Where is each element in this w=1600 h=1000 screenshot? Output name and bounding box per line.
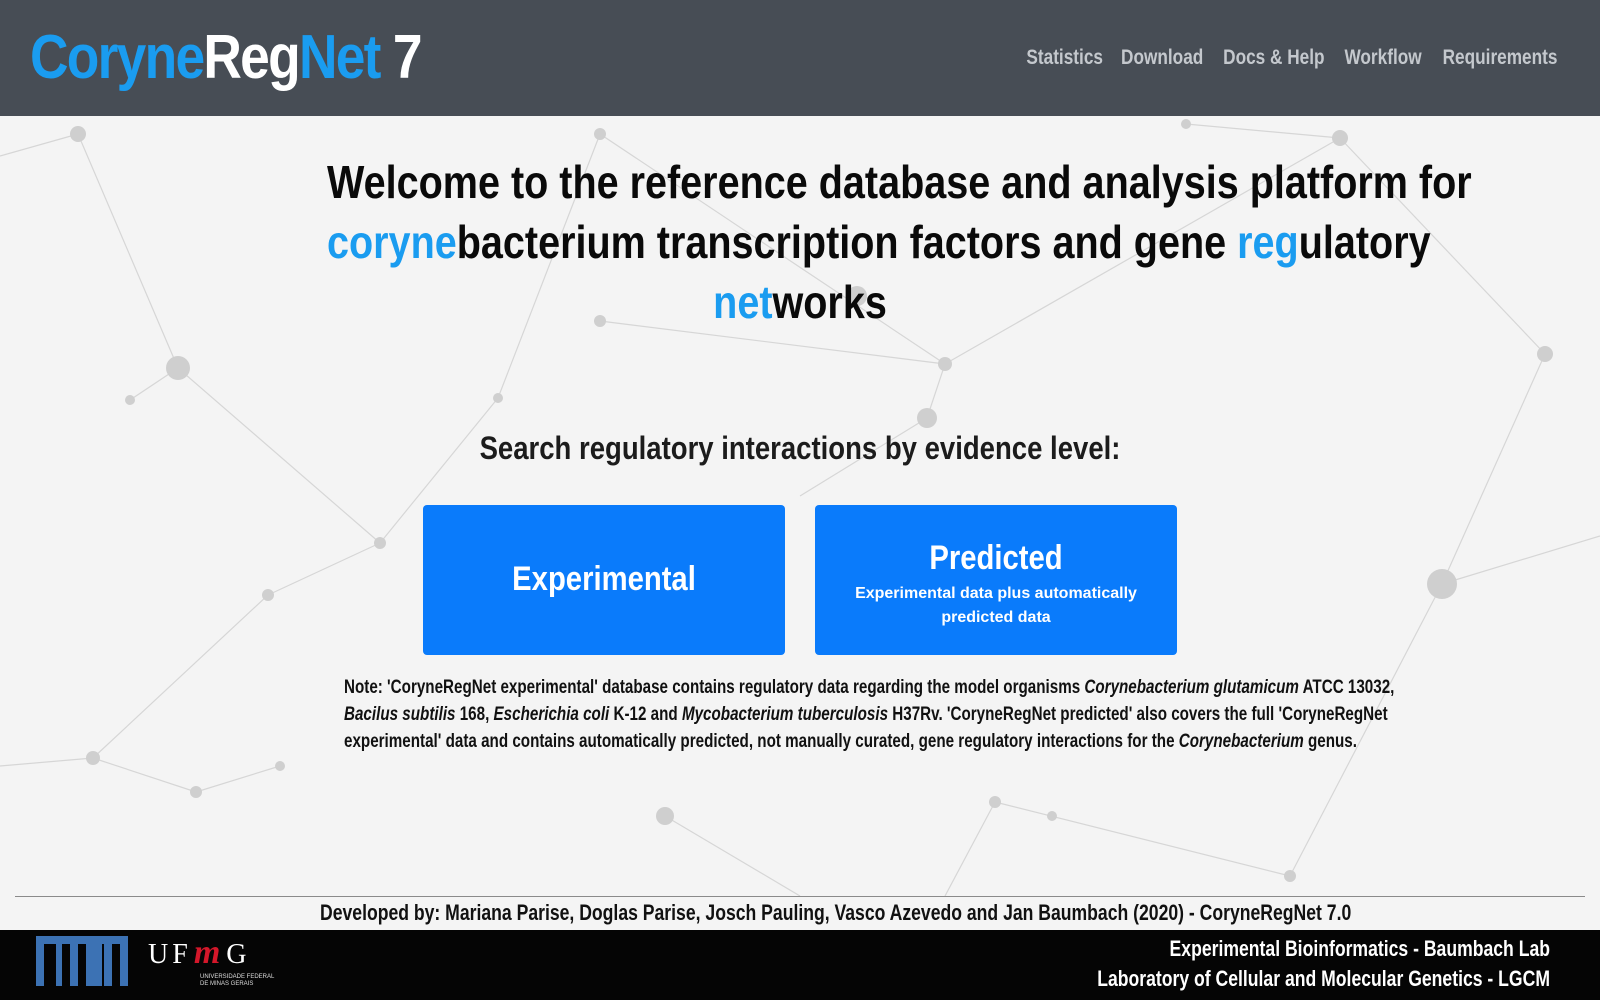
ufmg-letter: U bbox=[148, 939, 173, 970]
main-nav: Statistics Download Docs & Help Workflow… bbox=[1026, 46, 1562, 70]
note-line-2: Bacilus subtilis 168, Escherichia coli K… bbox=[344, 701, 1388, 728]
nav-requirements[interactable]: Requirements bbox=[1443, 46, 1558, 70]
ufmg-letter: F bbox=[172, 939, 192, 970]
logo-part-net: Net bbox=[298, 23, 381, 92]
evidence-level-buttons: Experimental Predicted Experimental data… bbox=[423, 505, 1179, 655]
ufmg-subtitle-line: UNIVERSIDADE FEDERAL bbox=[200, 974, 275, 980]
welcome-text-ulatory: ulatory bbox=[1298, 216, 1431, 268]
note-organism: Bacilus subtilis bbox=[344, 704, 456, 725]
search-heading: Search regulatory interactions by eviden… bbox=[479, 430, 1121, 466]
note-organism: Corynebacterium bbox=[1178, 731, 1304, 752]
note-text: genus. bbox=[1303, 731, 1357, 752]
welcome-text-bacterium: bacterium transcription factors and gene bbox=[456, 216, 1238, 268]
ufmg-letter: G bbox=[226, 939, 251, 970]
footer-lab-line-2: Laboratory of Cellular and Molecular Gen… bbox=[1097, 966, 1550, 991]
database-note: Note: 'CoryneRegNet experimental' databa… bbox=[230, 674, 1394, 755]
experimental-button[interactable]: Experimental bbox=[423, 505, 785, 655]
footer-lab-line-1: Experimental Bioinformatics - Baumbach L… bbox=[1169, 936, 1550, 961]
app-logo[interactable]: CoryneRegNet 7 bbox=[30, 22, 423, 93]
predicted-button-label: Predicted bbox=[929, 539, 1063, 577]
predicted-button[interactable]: Predicted Experimental data plus automat… bbox=[815, 505, 1177, 655]
note-line-3: experimental' data and contains automati… bbox=[344, 728, 1357, 755]
ufmg-logo[interactable]: UFmG UNIVERSIDADE FEDERAL DE MINAS GERAI… bbox=[148, 934, 274, 988]
footer-lab-credits: Experimental Bioinformatics - Baumbach L… bbox=[984, 934, 1550, 994]
nav-statistics[interactable]: Statistics bbox=[1027, 46, 1104, 70]
note-line-1: Note: 'CoryneRegNet experimental' databa… bbox=[344, 674, 1394, 701]
note-organism: Mycobacterium tuberculosis bbox=[681, 704, 889, 725]
footer-divider bbox=[15, 896, 1585, 897]
welcome-text-works: works bbox=[772, 276, 887, 328]
note-text: K-12 and bbox=[609, 704, 682, 725]
welcome-hl-net: net bbox=[713, 276, 773, 328]
note-organism: Escherichia coli bbox=[493, 704, 610, 725]
ufmg-letter-m: m bbox=[193, 934, 225, 971]
welcome-line-1: Welcome to the reference database and an… bbox=[327, 156, 1472, 208]
welcome-heading: Welcome to the reference database and an… bbox=[250, 152, 1472, 332]
nav-download[interactable]: Download bbox=[1121, 46, 1203, 70]
nav-docs-help[interactable]: Docs & Help bbox=[1223, 46, 1324, 70]
note-organism: Corynebacterium glutamicum bbox=[1084, 677, 1299, 698]
logo-part-reg: Reg bbox=[203, 23, 300, 92]
ufmg-subtitle-line: DE MINAS GERAIS bbox=[200, 981, 254, 987]
welcome-hl-coryne: coryne bbox=[327, 216, 457, 268]
ufmg-subtitle: UNIVERSIDADE FEDERAL DE MINAS GERAIS bbox=[200, 974, 274, 988]
predicted-button-description: Experimental data plus automatically pre… bbox=[855, 585, 1137, 626]
note-text: ATCC 13032, bbox=[1298, 677, 1395, 698]
experimental-button-label: Experimental bbox=[512, 560, 696, 598]
welcome-line-3: networks bbox=[327, 272, 1273, 332]
logo-part-coryne: Coryne bbox=[30, 23, 205, 92]
note-text: experimental' data and contains automati… bbox=[344, 731, 1179, 752]
ufmg-wordmark: UFmG bbox=[148, 934, 274, 972]
footer: UFmG UNIVERSIDADE FEDERAL DE MINAS GERAI… bbox=[0, 930, 1600, 1000]
tum-logo[interactable] bbox=[36, 936, 128, 986]
welcome-hl-reg: reg bbox=[1237, 216, 1299, 268]
note-text: Note: 'CoryneRegNet experimental' databa… bbox=[344, 677, 1085, 698]
developed-by-credit: Developed by: Mariana Parise, Doglas Par… bbox=[320, 900, 1352, 925]
note-text: H37Rv. 'CoryneRegNet predicted' also cov… bbox=[888, 704, 1388, 725]
top-navigation-bar: CoryneRegNet 7 Statistics Download Docs … bbox=[0, 0, 1600, 116]
welcome-line-2: corynebacterium transcription factors an… bbox=[327, 212, 1431, 272]
note-text: 168, bbox=[455, 704, 494, 725]
logo-part-version: 7 bbox=[392, 23, 423, 92]
nav-workflow[interactable]: Workflow bbox=[1344, 46, 1421, 70]
